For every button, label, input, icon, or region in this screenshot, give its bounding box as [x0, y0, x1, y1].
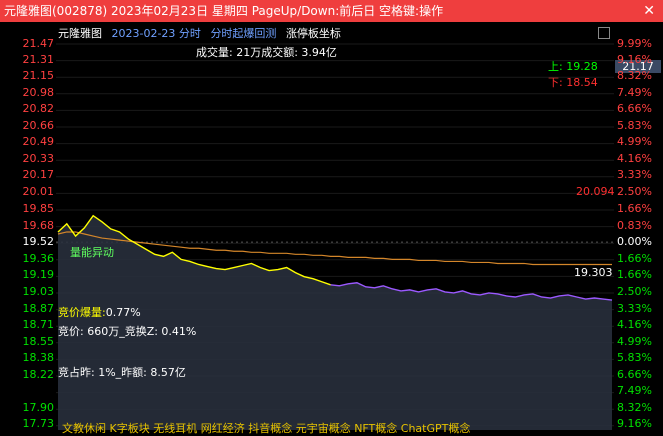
pct-tick: 1.66%	[617, 268, 652, 281]
right-pct-axis: 9.99% 9.16% 8.32% 7.49% 6.66% 5.83% 4.99…	[614, 22, 663, 430]
price-tick: 18.87	[22, 302, 55, 315]
pct-tick: 1.66%	[617, 202, 652, 215]
avg-label-low: 19.303	[574, 266, 613, 279]
price-tick: 18.22	[22, 368, 55, 381]
pct-tick: 9.16%	[617, 53, 652, 66]
pct-tick: 0.00%	[617, 235, 652, 248]
pct-tick: 3.33%	[617, 302, 652, 315]
volume-alert-flag: 量能异动	[70, 246, 114, 259]
pct-tick: 7.49%	[617, 86, 652, 99]
pct-tick: 1.66%	[617, 252, 652, 265]
pct-tick: 9.16%	[617, 417, 652, 430]
pct-tick: 6.66%	[617, 368, 652, 381]
avg-label-high: 20.094	[576, 185, 615, 198]
pct-tick: 0.83%	[617, 219, 652, 232]
pct-tick: 8.32%	[617, 401, 652, 414]
pct-tick: 2.50%	[617, 285, 652, 298]
price-tick: 20.82	[22, 102, 55, 115]
pct-tick: 2.50%	[617, 185, 652, 198]
auction-ratio-info: 竞占昨: 1%_昨额: 8.57亿	[58, 366, 186, 379]
concept-tags: 文教休闲 K字板块 无线耳机 网红经济 抖音概念 元宇宙概念 NFT概念 Cha…	[62, 422, 471, 435]
price-tick: 18.38	[22, 351, 55, 364]
auction-boom-info: 竞价爆量:0.77%	[58, 304, 141, 320]
price-tick: 17.90	[22, 401, 55, 414]
pct-tick: 7.49%	[617, 384, 652, 397]
price-tick: 20.98	[22, 86, 55, 99]
pct-tick: 4.99%	[617, 135, 652, 148]
auction-boom-label: 竞价爆量:	[58, 306, 106, 319]
auction-boom-value: 0.77%	[105, 306, 141, 319]
auction-info: 竞价: 660万_竞换Z: 0.41%	[58, 325, 197, 338]
pct-tick: 5.83%	[617, 351, 652, 364]
price-tick: 21.47	[22, 37, 55, 50]
pct-tick: 4.99%	[617, 335, 652, 348]
pct-tick: 3.33%	[617, 168, 652, 181]
window-title: 元隆雅图(002878) 2023年02月23日 星期四 PageUp/Down…	[4, 4, 444, 18]
price-tick: 19.03	[22, 285, 55, 298]
price-tick: 20.01	[22, 185, 55, 198]
price-tick: 20.49	[22, 135, 55, 148]
price-tick: 19.52	[22, 235, 55, 248]
pct-tick: 6.66%	[617, 102, 652, 115]
price-tick: 18.71	[22, 318, 55, 331]
pct-tick: 4.16%	[617, 318, 652, 331]
price-tick: 20.17	[22, 168, 55, 181]
price-tick: 19.68	[22, 219, 55, 232]
price-tick: 17.73	[22, 417, 55, 430]
price-tick: 21.31	[22, 53, 55, 66]
pct-tick: 5.83%	[617, 119, 652, 132]
close-icon[interactable]: ✕	[643, 0, 655, 22]
price-tick: 21.15	[22, 69, 55, 82]
pct-tick: 9.99%	[617, 37, 652, 50]
price-tick: 19.36	[22, 252, 55, 265]
pct-tick: 4.16%	[617, 152, 652, 165]
pct-tick: 8.32%	[617, 69, 652, 82]
left-price-axis: 21.47 21.31 21.15 20.98 20.82 20.66 20.4…	[0, 22, 56, 430]
price-tick: 18.55	[22, 335, 55, 348]
price-tick: 19.85	[22, 202, 55, 215]
window-title-bar: 元隆雅图(002878) 2023年02月23日 星期四 PageUp/Down…	[0, 0, 663, 22]
price-tick: 20.33	[22, 152, 55, 165]
price-tick: 19.19	[22, 268, 55, 281]
price-tick: 20.66	[22, 119, 55, 132]
